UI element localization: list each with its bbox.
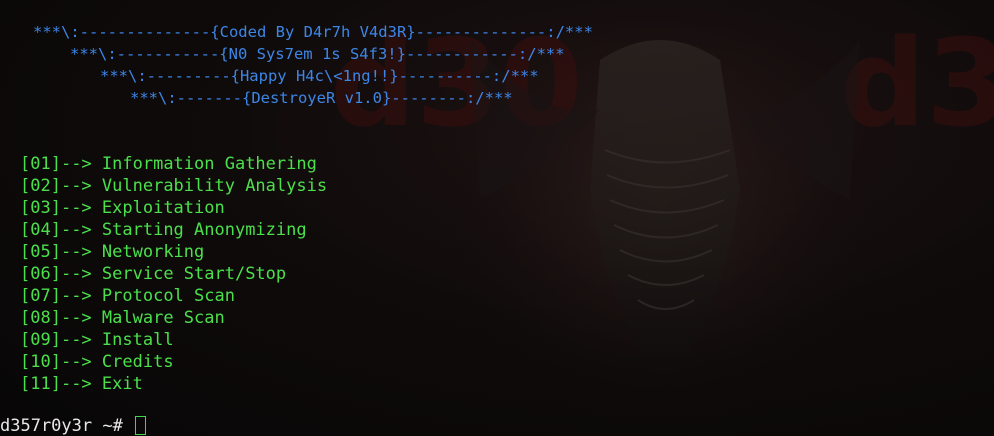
banner-line-2: ***\:-----------{N0 Sys7em 1s S4f3!}----…: [70, 45, 565, 63]
menu-item-arrow: -->: [60, 286, 102, 306]
terminal-window[interactable]: d30 d30 ***\:--------------{Coded By D4r…: [0, 0, 994, 436]
menu-item-arrow: -->: [60, 220, 102, 240]
menu-item-label: Vulnerability Analysis: [101, 176, 328, 196]
menu-item-number: [10]: [20, 352, 61, 372]
menu-item-label: Malware Scan: [101, 308, 225, 328]
menu-item-label: Credits: [101, 352, 174, 372]
menu-item-credits[interactable]: [10]--> Credits: [20, 351, 327, 373]
menu-item-label: Install: [101, 330, 174, 350]
menu-item-number: [07]: [20, 286, 61, 306]
menu-item-label: Networking: [101, 242, 205, 262]
menu-item-arrow: -->: [60, 330, 102, 350]
menu-item-label: Exit: [101, 374, 143, 394]
menu-item-install[interactable]: [09]--> Install: [20, 329, 327, 351]
menu-item-service-start-stop[interactable]: [06]--> Service Start/Stop: [20, 263, 327, 285]
menu-item-number: [05]: [20, 242, 61, 262]
menu-item-arrow: -->: [60, 308, 102, 328]
menu-item-number: [09]: [20, 330, 61, 350]
svg-text:d30: d30: [840, 15, 994, 154]
menu-item-arrow: -->: [60, 374, 102, 394]
text-cursor[interactable]: [135, 416, 147, 435]
main-menu: [01]--> Information Gathering [02]--> Vu…: [20, 153, 327, 395]
command-prompt[interactable]: d357r0y3r ~#: [0, 415, 147, 436]
menu-item-arrow: -->: [60, 154, 102, 174]
menu-item-label: Starting Anonymizing: [101, 220, 307, 240]
banner-line-1: ***\:--------------{Coded By D4r7h V4d3R…: [33, 23, 593, 41]
menu-item-networking[interactable]: [05]--> Networking: [20, 241, 327, 263]
banner-line-3: ***\:---------{Happy H4c\<1ng!!}--------…: [100, 67, 539, 85]
menu-item-exploitation[interactable]: [03]--> Exploitation: [20, 197, 327, 219]
menu-item-number: [01]: [20, 154, 61, 174]
prompt-text: d357r0y3r ~#: [0, 415, 134, 436]
menu-item-number: [06]: [20, 264, 61, 284]
menu-item-protocol-scan[interactable]: [07]--> Protocol Scan: [20, 285, 327, 307]
menu-item-arrow: -->: [60, 198, 102, 218]
banner-line-4: ***\:-------{DestroyeR v1.0}--------:/**…: [130, 89, 513, 107]
menu-item-number: [04]: [20, 220, 61, 240]
menu-item-vulnerability-analysis[interactable]: [02]--> Vulnerability Analysis: [20, 175, 327, 197]
menu-item-arrow: -->: [60, 176, 102, 196]
menu-item-arrow: -->: [60, 242, 102, 262]
menu-item-number: [11]: [20, 374, 61, 394]
menu-item-arrow: -->: [60, 352, 102, 372]
menu-item-number: [08]: [20, 308, 61, 328]
menu-item-starting-anonymizing[interactable]: [04]--> Starting Anonymizing: [20, 219, 327, 241]
menu-item-label: Information Gathering: [101, 154, 317, 174]
menu-item-number: [02]: [20, 176, 61, 196]
menu-item-label: Protocol Scan: [101, 286, 235, 306]
menu-item-number: [03]: [20, 198, 61, 218]
menu-item-label: Service Start/Stop: [101, 264, 287, 284]
menu-item-arrow: -->: [60, 264, 102, 284]
menu-item-label: Exploitation: [101, 198, 225, 218]
menu-item-information-gathering[interactable]: [01]--> Information Gathering: [20, 153, 327, 175]
menu-item-exit[interactable]: [11]--> Exit: [20, 373, 327, 395]
menu-item-malware-scan[interactable]: [08]--> Malware Scan: [20, 307, 327, 329]
